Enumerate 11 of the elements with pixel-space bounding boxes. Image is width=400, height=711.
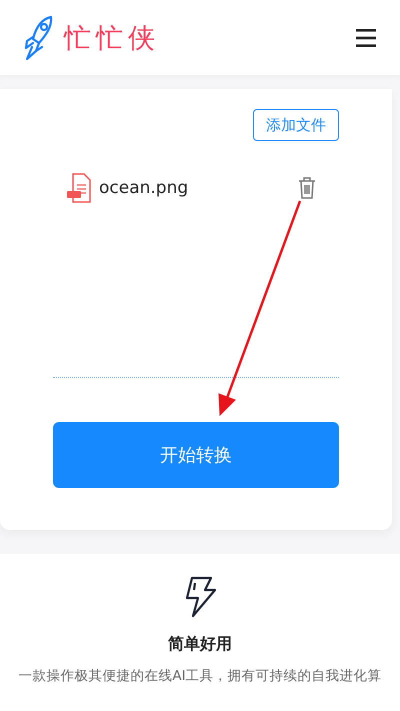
rocket-icon (24, 14, 54, 60)
menu-icon[interactable] (356, 28, 376, 46)
feature-description: 一款操作极其便捷的在线AI工具，拥有可持续的自我进化算 (18, 667, 382, 685)
file-icon (67, 173, 91, 203)
file-name: ocean.png (99, 178, 190, 198)
convert-button[interactable]: 开始转换 (53, 422, 339, 488)
trash-icon[interactable] (297, 176, 317, 200)
logo-text[interactable]: 忙忙侠 (64, 20, 160, 56)
lightning-icon (183, 576, 217, 618)
feature-title: 简单好用 (168, 634, 232, 655)
add-file-button[interactable]: 添加文件 (253, 109, 339, 141)
